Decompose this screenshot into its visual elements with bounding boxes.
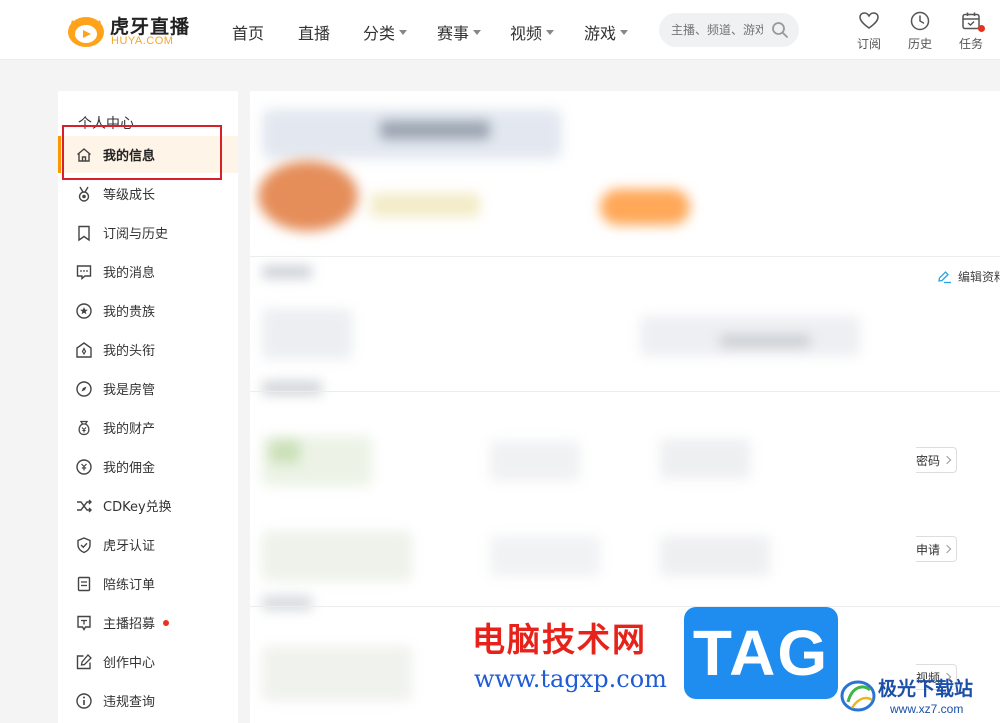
sidebar-item-titles[interactable]: 我的头衔 bbox=[58, 331, 238, 368]
apply-button-label: 申请 bbox=[916, 542, 941, 557]
sidebar-title: 个人中心 bbox=[78, 116, 134, 132]
huya-logo-icon bbox=[68, 17, 104, 47]
sidebar-item-creator-center[interactable]: 创作中心 bbox=[58, 643, 238, 680]
recruit-badge bbox=[163, 619, 170, 626]
apply-button[interactable]: 申请 bbox=[916, 536, 958, 562]
search-input[interactable] bbox=[671, 20, 763, 40]
sidebar-item-label: 陪练订单 bbox=[103, 578, 156, 593]
watermark-title: 电脑技术网 bbox=[472, 620, 647, 659]
sidebar-item-nobility[interactable]: 我的贵族 bbox=[58, 292, 238, 329]
aurora-logo-icon bbox=[840, 680, 876, 712]
password-button[interactable]: 密码 bbox=[916, 447, 958, 473]
subscribe-button[interactable]: 订阅 bbox=[854, 10, 884, 52]
medal-icon bbox=[78, 186, 90, 202]
sidebar-item-label: 主播招募 bbox=[103, 617, 156, 632]
edit-profile-label: 编辑资料 bbox=[958, 270, 1000, 284]
sidebar-item-label: 我的财产 bbox=[103, 422, 156, 437]
clock-icon bbox=[910, 11, 930, 31]
nav-video[interactable]: 视频 bbox=[510, 20, 555, 44]
sidebar-item-messages[interactable]: 我的消息 bbox=[58, 253, 238, 290]
sidebar-item-label: CDKey兑换 bbox=[103, 500, 172, 515]
edit-icon bbox=[76, 653, 92, 669]
sidebar-item-label: 等级成长 bbox=[103, 188, 156, 203]
history-button[interactable]: 历史 bbox=[905, 10, 935, 52]
sidebar-item-label: 我的头衔 bbox=[103, 344, 156, 359]
sidebar-item-label: 我是房管 bbox=[103, 383, 156, 398]
tasks-label: 任务 bbox=[958, 37, 983, 51]
commission-icon bbox=[76, 458, 92, 475]
subscribe-label: 订阅 bbox=[856, 37, 881, 51]
password-button-label: 密码 bbox=[916, 453, 941, 468]
heart-icon bbox=[859, 12, 879, 29]
caret-down-icon bbox=[473, 30, 482, 35]
sidebar-item-room-admin[interactable]: 我是房管 bbox=[58, 370, 238, 407]
order-icon bbox=[77, 576, 91, 591]
watermark-site-url: www.xz7.com bbox=[890, 702, 964, 716]
sidebar-item-anchor-recruit[interactable]: 主播招募 bbox=[58, 604, 238, 641]
personal-center-sidebar: 个人中心 我的信息 等级成长 订阅与历史 我的消息 我的贵族 我的头衔 我是房管… bbox=[58, 91, 238, 723]
sidebar-item-commission[interactable]: 我的佣金 bbox=[58, 448, 238, 485]
sidebar-item-label: 我的佣金 bbox=[103, 461, 156, 476]
caret-down-icon bbox=[620, 30, 629, 35]
info-icon bbox=[76, 692, 92, 709]
history-label: 历史 bbox=[907, 37, 932, 51]
star-badge-icon bbox=[76, 302, 92, 319]
sidebar-item-label: 虎牙认证 bbox=[103, 539, 156, 554]
search-box bbox=[659, 13, 799, 47]
sidebar-item-label: 订阅与历史 bbox=[103, 227, 169, 242]
shuffle-icon bbox=[77, 499, 92, 512]
caret-down-icon bbox=[399, 30, 408, 35]
caret-down-icon bbox=[546, 30, 555, 35]
tasks-button[interactable]: 任务 bbox=[956, 10, 986, 52]
section-divider bbox=[250, 256, 1000, 257]
search-icon[interactable] bbox=[771, 21, 789, 39]
chevron-right-icon bbox=[942, 544, 952, 554]
shield-check-icon bbox=[77, 536, 91, 553]
sidebar-item-label: 我的贵族 bbox=[103, 305, 156, 320]
section-divider bbox=[250, 391, 1000, 392]
watermark-url: www.tagxp.com bbox=[474, 665, 667, 693]
nav-events[interactable]: 赛事 bbox=[437, 20, 482, 44]
sidebar-item-cdkey[interactable]: CDKey兑换 bbox=[58, 487, 238, 524]
sidebar-item-level[interactable]: 等级成长 bbox=[58, 175, 238, 212]
nav-live[interactable]: 直播 bbox=[298, 20, 330, 44]
task-badge bbox=[978, 25, 985, 32]
sidebar-item-label: 我的消息 bbox=[103, 266, 156, 281]
sidebar-item-label: 我的信息 bbox=[103, 149, 156, 164]
compass-icon bbox=[76, 380, 92, 397]
sidebar-item-assets[interactable]: 我的财产 bbox=[58, 409, 238, 446]
sidebar-item-label: 违规查询 bbox=[103, 695, 156, 710]
message-icon bbox=[76, 264, 92, 280]
watermark-site-name: 极光下载站 bbox=[878, 678, 974, 700]
sidebar-item-training-orders[interactable]: 陪练订单 bbox=[58, 565, 238, 602]
watermark-tag-logo: TAG bbox=[684, 607, 838, 699]
home-icon bbox=[77, 147, 91, 162]
money-bag-icon bbox=[78, 420, 90, 435]
title-icon bbox=[76, 341, 92, 358]
edit-profile-link[interactable]: 编辑资料 bbox=[936, 268, 1000, 285]
bookmark-icon bbox=[78, 225, 90, 241]
logo-subtext: HUYA.COM bbox=[111, 35, 174, 47]
nav-games[interactable]: 游戏 bbox=[584, 20, 629, 44]
watermark-site-logo: 极光下载站 www.xz7.com bbox=[838, 668, 998, 720]
sidebar-item-verification[interactable]: 虎牙认证 bbox=[58, 526, 238, 563]
nav-home[interactable]: 首页 bbox=[232, 20, 264, 44]
sidebar-item-subscriptions[interactable]: 订阅与历史 bbox=[58, 214, 238, 251]
nav-category[interactable]: 分类 bbox=[363, 20, 408, 44]
section-divider bbox=[250, 606, 1000, 607]
pencil-icon bbox=[938, 270, 951, 283]
sidebar-item-label: 创作中心 bbox=[103, 656, 156, 671]
huya-logo[interactable]: 虎牙直播 HUYA.COM bbox=[66, 10, 191, 50]
recruit-icon bbox=[77, 615, 91, 631]
chevron-right-icon bbox=[942, 455, 952, 465]
top-navigation-bar: 虎牙直播 HUYA.COM 首页 直播 分类 赛事 视频 游戏 订阅 历史 bbox=[0, 0, 1000, 60]
sidebar-item-violation-query[interactable]: 违规查询 bbox=[58, 682, 238, 719]
sidebar-item-my-info[interactable]: 我的信息 bbox=[58, 136, 238, 173]
